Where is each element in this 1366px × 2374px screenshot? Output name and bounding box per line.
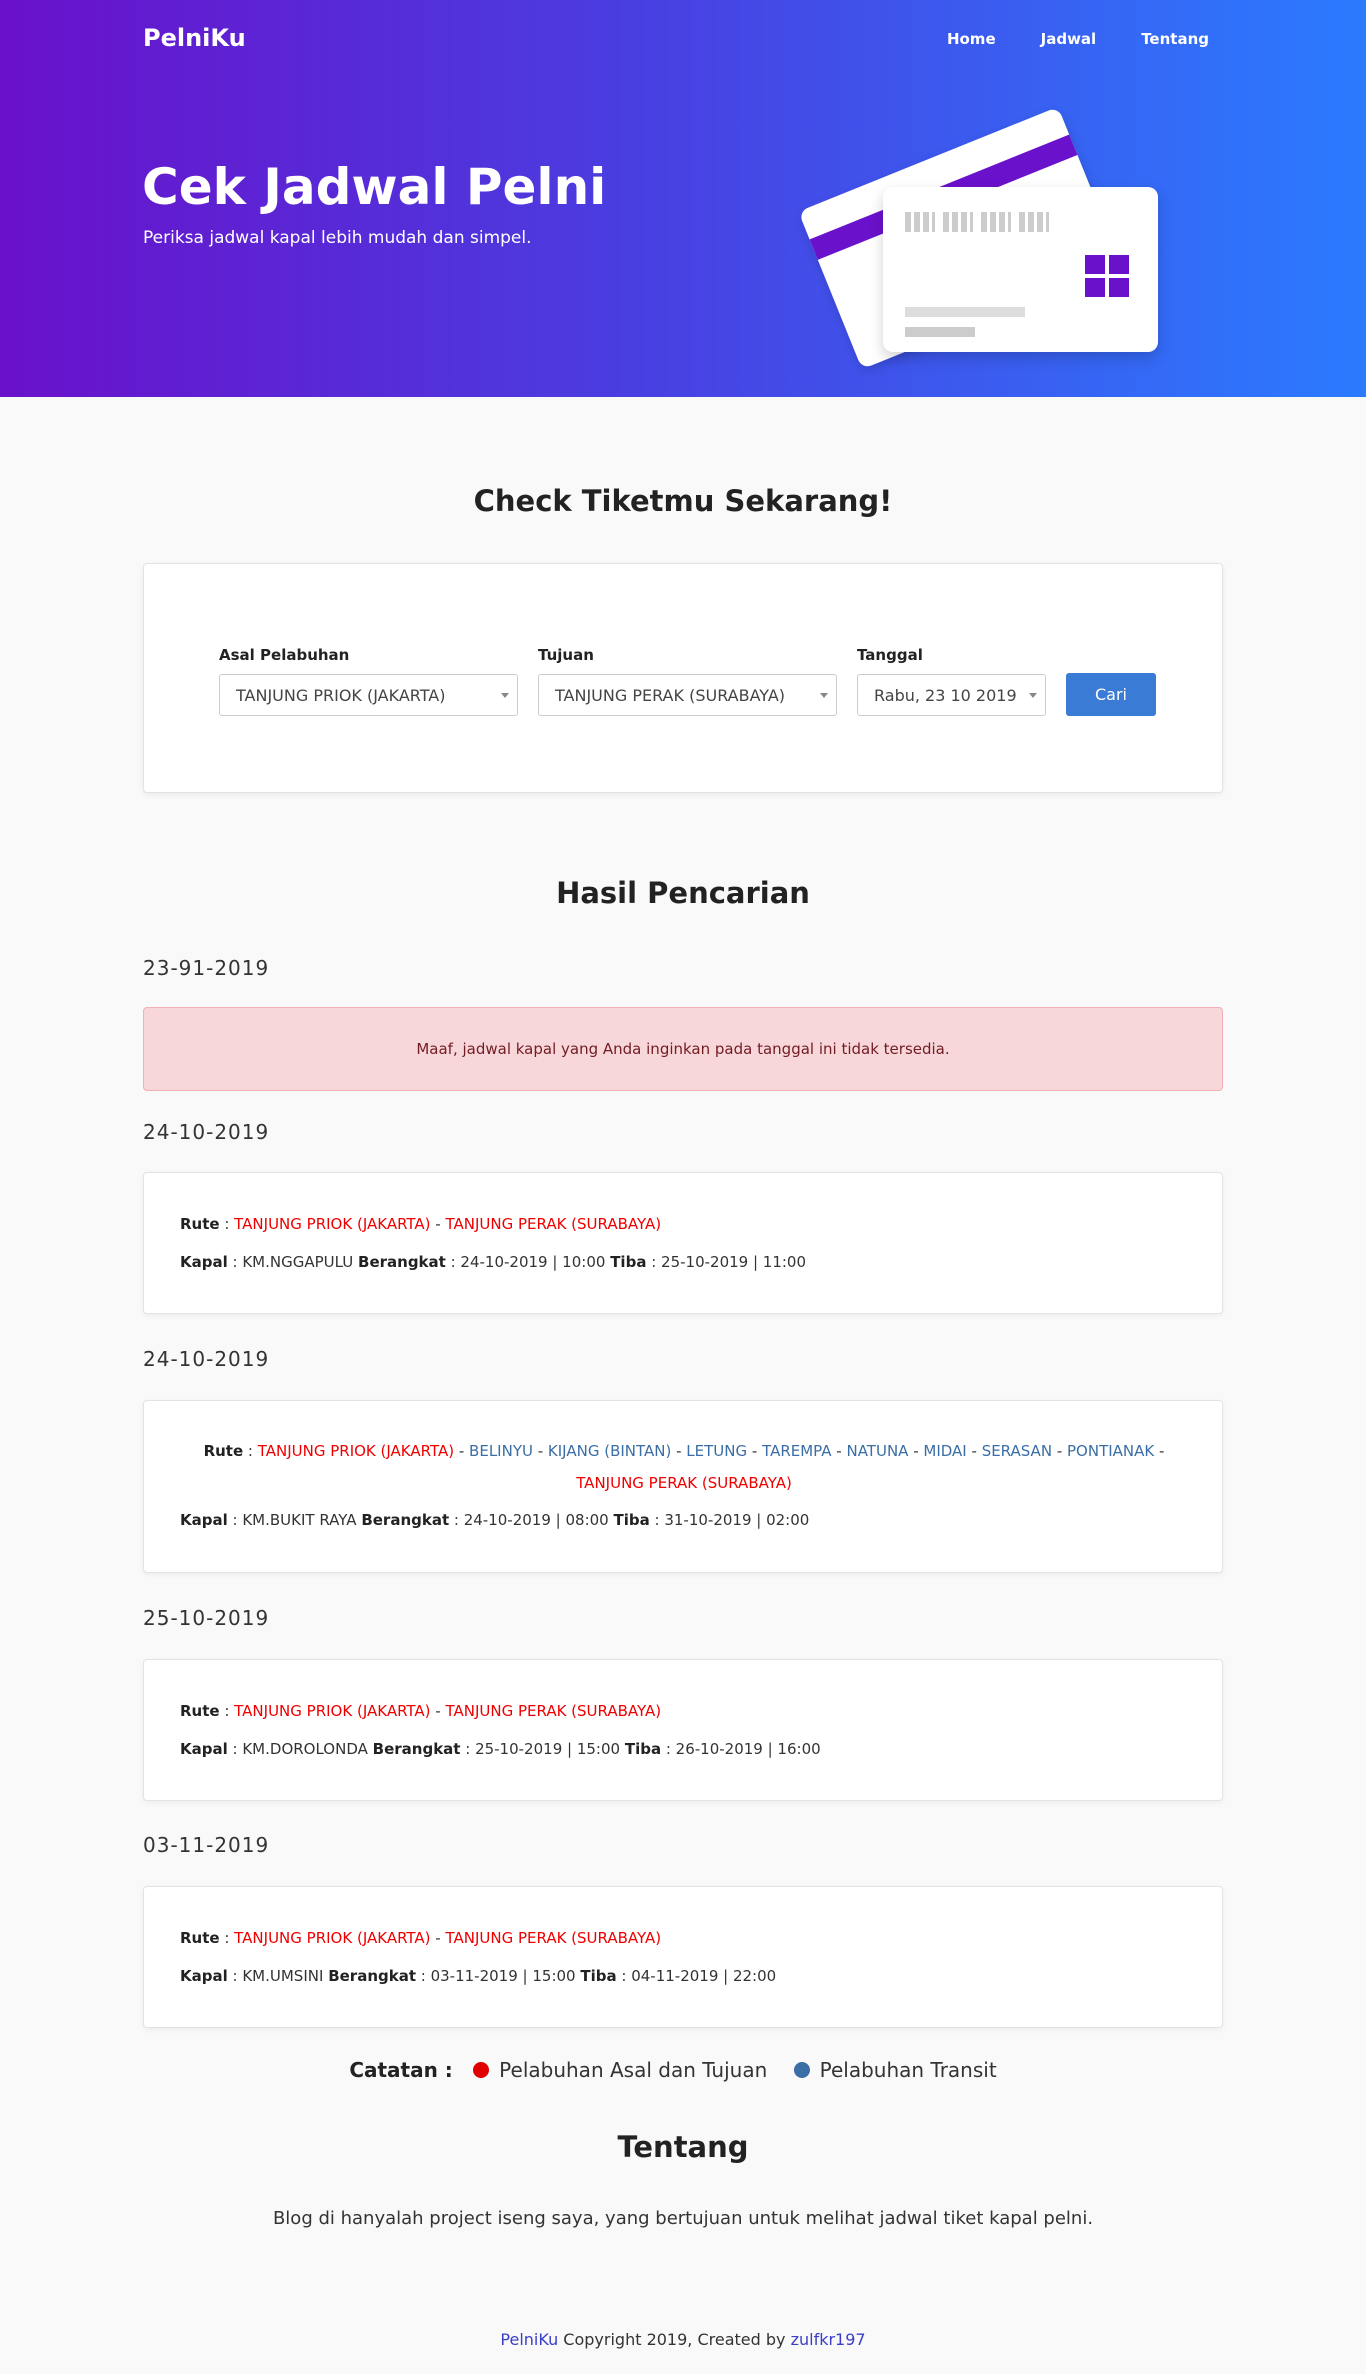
tanggal-value: Rabu, 23 10 2019	[874, 686, 1017, 705]
tujuan-select[interactable]: TANJUNG PERAK (SURABAYA)	[538, 674, 837, 716]
about-title: Tentang	[617, 2130, 749, 2164]
nav-jadwal[interactable]: Jadwal	[1041, 30, 1097, 48]
origin-port: TANJUNG PRIOK (JAKARTA)	[234, 1929, 431, 1947]
arrival-time: 04-11-2019 | 22:00	[631, 1967, 777, 1985]
departure-time: 24-10-2019 | 10:00	[460, 1253, 606, 1271]
footer: PelniKu Copyright 2019, Created by zulfk…	[0, 2330, 1366, 2349]
transit-port: LETUNG	[686, 1442, 748, 1460]
origin-port: TANJUNG PRIOK (JAKARTA)	[257, 1442, 455, 1460]
route-row: Rute : TANJUNG PRIOK (JAKARTA) - TANJUNG…	[180, 1929, 662, 1947]
destination-port: TANJUNG PERAK (SURABAYA)	[445, 1929, 662, 1947]
result-date: 23-91-2019	[143, 956, 270, 980]
transit-port: BELINYU	[469, 1442, 533, 1460]
check-title: Check Tiketmu Sekarang!	[473, 484, 893, 518]
arrival-time: 25-10-2019 | 11:00	[661, 1253, 807, 1271]
nav-tentang[interactable]: Tentang	[1141, 30, 1209, 48]
ship-row: Kapal : KM.NGGAPULU Berangkat : 24-10-20…	[180, 1253, 807, 1271]
card-line	[905, 327, 975, 337]
result-card: Rute : TANJUNG PRIOK (JAKARTA) - TANJUNG…	[143, 1659, 1223, 1801]
arrival-time: 26-10-2019 | 16:00	[675, 1740, 821, 1758]
hero-subtitle: Periksa jadwal kapal lebih mudah dan sim…	[143, 228, 532, 248]
search-button[interactable]: Cari	[1066, 673, 1156, 716]
ship-row: Kapal : KM.UMSINI Berangkat : 03-11-2019…	[180, 1967, 777, 1985]
top-nav: Home Jadwal Tentang	[902, 30, 1209, 48]
legend-label: Catatan :	[349, 2058, 453, 2082]
legend-item-transit: Pelabuhan Transit	[793, 2058, 997, 2082]
card-front-illustration	[883, 187, 1158, 352]
result-card: Rute : TANJUNG PRIOK (JAKARTA) - TANJUNG…	[143, 1172, 1223, 1314]
chevron-down-icon	[820, 693, 828, 698]
credit-cards-illustration	[798, 95, 1170, 370]
nav-home[interactable]: Home	[947, 30, 996, 48]
ship-name: KM.DOROLONDA	[242, 1740, 368, 1758]
departure-time: 25-10-2019 | 15:00	[475, 1740, 621, 1758]
destination-port: TANJUNG PERAK (SURABAYA)	[445, 1215, 662, 1233]
transit-port: MIDAI	[923, 1442, 967, 1460]
red-dot-icon	[473, 2062, 490, 2078]
chevron-down-icon	[1029, 693, 1037, 698]
no-schedule-alert: Maaf, jadwal kapal yang Anda inginkan pa…	[143, 1007, 1223, 1091]
result-date: 03-11-2019	[143, 1833, 270, 1857]
transit-port: KIJANG (BINTAN)	[547, 1442, 672, 1460]
asal-field: Asal Pelabuhan TANJUNG PRIOK (JAKARTA)	[219, 646, 518, 716]
ship-row: Kapal : KM.BUKIT RAYA Berangkat : 24-10-…	[180, 1511, 810, 1529]
tanggal-field: Tanggal Rabu, 23 10 2019	[857, 646, 1046, 716]
card-number-placeholder	[905, 212, 1049, 232]
result-date: 24-10-2019	[143, 1347, 270, 1371]
asal-select[interactable]: TANJUNG PRIOK (JAKARTA)	[219, 674, 518, 716]
result-date: 25-10-2019	[143, 1606, 270, 1630]
brand-logo[interactable]: PelniKu	[143, 24, 246, 52]
legend: Catatan : Pelabuhan Asal dan Tujuan Pela…	[0, 2058, 1366, 2082]
result-card: Rute : TANJUNG PRIOK (JAKARTA) - TANJUNG…	[143, 1886, 1223, 2028]
transit-port: PONTIANAK	[1067, 1442, 1155, 1460]
tanggal-label: Tanggal	[857, 646, 923, 664]
ship-row: Kapal : KM.DOROLONDA Berangkat : 25-10-2…	[180, 1740, 821, 1758]
hero-title: Cek Jadwal Pelni	[142, 158, 607, 216]
origin-port: TANJUNG PRIOK (JAKARTA)	[234, 1215, 431, 1233]
tujuan-label: Tujuan	[538, 646, 594, 664]
asal-label: Asal Pelabuhan	[219, 646, 350, 664]
ship-name: KM.UMSINI	[242, 1967, 324, 1985]
departure-time: 24-10-2019 | 08:00	[463, 1511, 609, 1529]
result-date: 24-10-2019	[143, 1120, 270, 1144]
departure-time: 03-11-2019 | 15:00	[430, 1967, 576, 1985]
asal-value: TANJUNG PRIOK (JAKARTA)	[236, 686, 446, 705]
ship-name: KM.BUKIT RAYA	[242, 1511, 357, 1529]
transit-port: SERASAN	[981, 1442, 1053, 1460]
route-row: Rute : TANJUNG PRIOK (JAKARTA) - BELINYU…	[203, 1442, 1165, 1492]
origin-port: TANJUNG PRIOK (JAKARTA)	[234, 1702, 431, 1720]
footer-author-link[interactable]: zulfkr197	[791, 2330, 866, 2349]
destination-port: TANJUNG PERAK (SURABAYA)	[445, 1702, 662, 1720]
card-chip-icon	[1085, 255, 1129, 297]
tujuan-value: TANJUNG PERAK (SURABAYA)	[555, 686, 785, 705]
tujuan-field: Tujuan TANJUNG PERAK (SURABAYA)	[538, 646, 837, 716]
about-text: Blog di hanyalah project iseng saya, yan…	[272, 2208, 1094, 2229]
footer-text: Copyright 2019, Created by	[558, 2330, 791, 2349]
destination-port: TANJUNG PERAK (SURABAYA)	[576, 1474, 792, 1492]
ship-name: KM.NGGAPULU	[242, 1253, 354, 1271]
hero-header: PelniKu Home Jadwal Tentang Cek Jadwal P…	[0, 0, 1366, 397]
arrival-time: 31-10-2019 | 02:00	[664, 1511, 810, 1529]
results-title: Hasil Pencarian	[556, 876, 810, 910]
blue-dot-icon	[793, 2062, 810, 2078]
legend-item-asal: Pelabuhan Asal dan Tujuan	[473, 2058, 767, 2082]
chevron-down-icon	[501, 693, 509, 698]
route-row: Rute : TANJUNG PRIOK (JAKARTA) - TANJUNG…	[180, 1215, 662, 1233]
tanggal-select[interactable]: Rabu, 23 10 2019	[857, 674, 1046, 716]
card-line	[905, 307, 1025, 317]
footer-brand-link[interactable]: PelniKu	[500, 2330, 558, 2349]
result-card: Rute : TANJUNG PRIOK (JAKARTA) - BELINYU…	[143, 1400, 1223, 1573]
transit-port: TAREMPA	[762, 1442, 832, 1460]
route-row: Rute : TANJUNG PRIOK (JAKARTA) - TANJUNG…	[180, 1702, 662, 1720]
transit-port: NATUNA	[846, 1442, 909, 1460]
search-form: Asal Pelabuhan TANJUNG PRIOK (JAKARTA) T…	[143, 563, 1223, 793]
